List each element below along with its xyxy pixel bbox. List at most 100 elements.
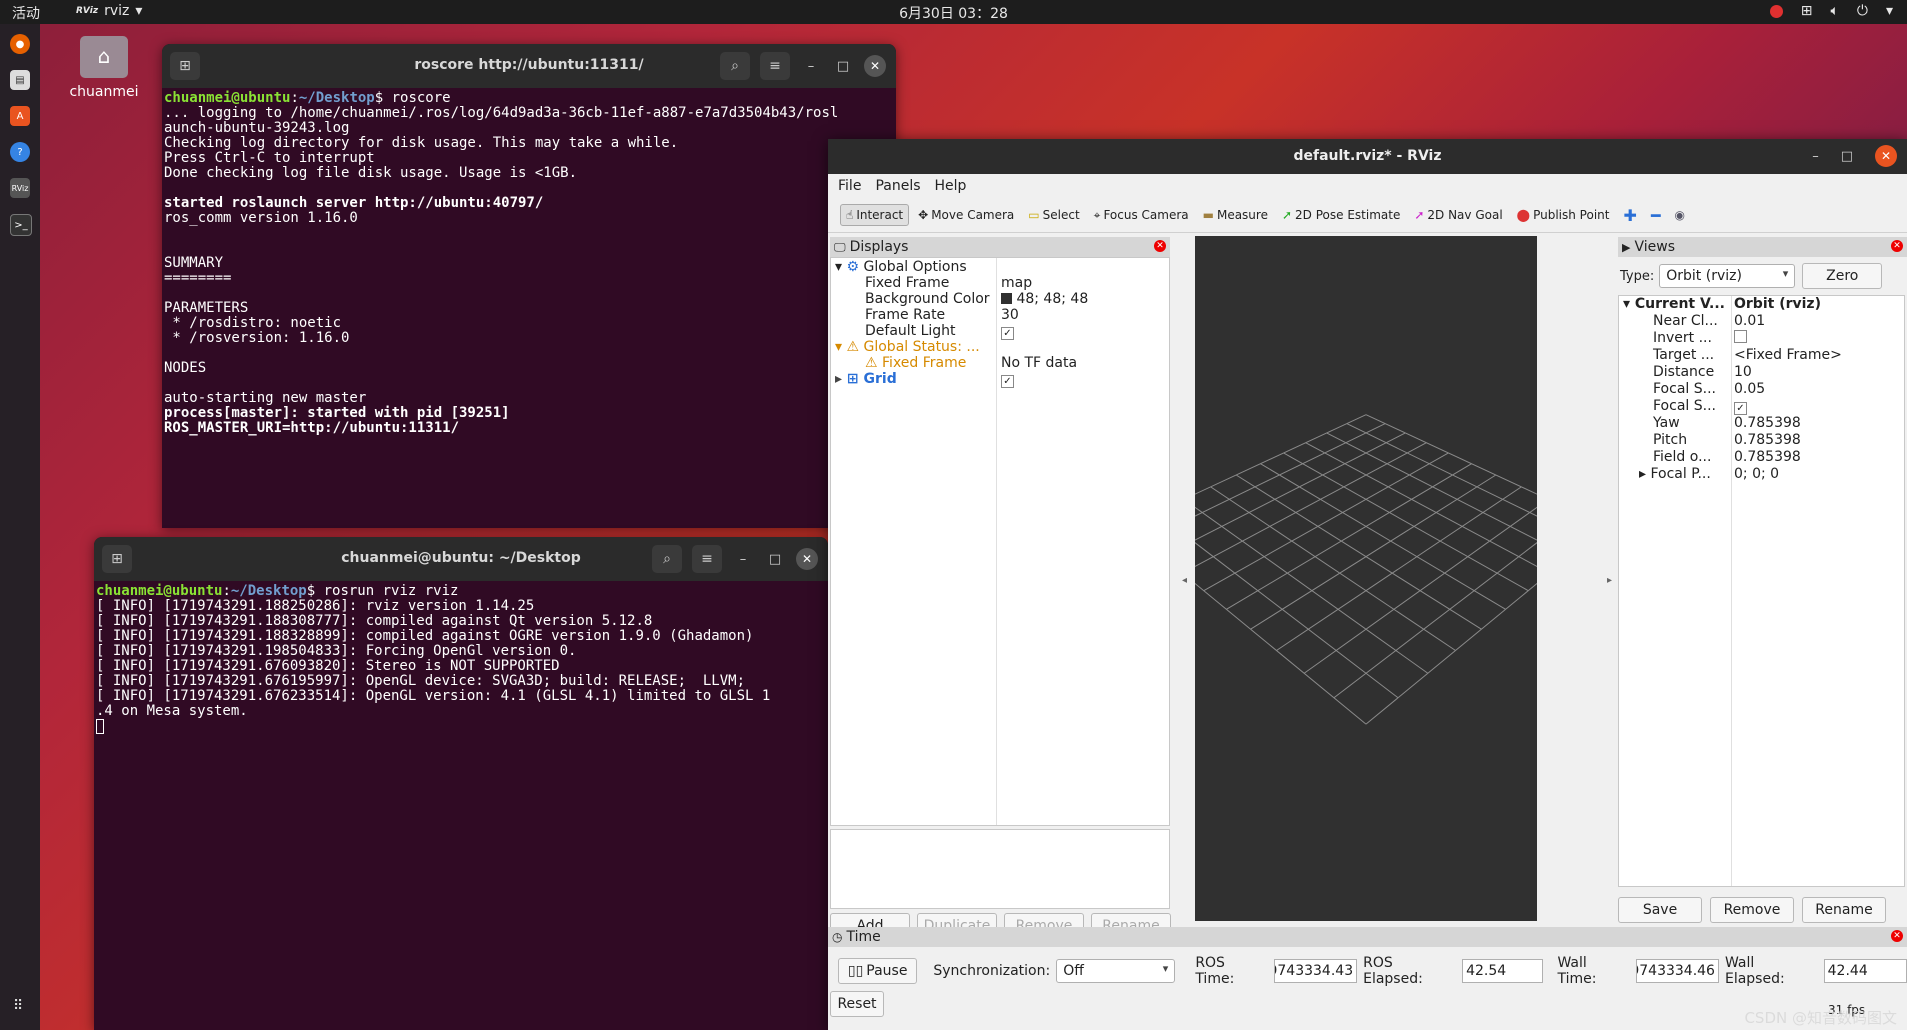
terminal-roscore[interactable]: ⊞ roscore http://ubuntu:11311/ ⌕ ≡ – □ ✕…: [162, 44, 896, 528]
tool-publish-point[interactable]: ⬤ Publish Point: [1512, 205, 1615, 225]
displays-tree[interactable]: ▾ ⚙ Global Options Fixed Frame map Backg…: [830, 257, 1170, 826]
rviz-dock-icon[interactable]: RViz: [10, 178, 30, 198]
chevron-down-icon[interactable]: ▾: [835, 259, 842, 275]
menu-icon[interactable]: ≡: [692, 545, 722, 573]
views-tree[interactable]: ▾ Current V... Orbit (rviz) Near Cl... 0…: [1618, 295, 1905, 887]
close-panel-icon[interactable]: ✕: [1891, 240, 1903, 252]
chevron-right-icon[interactable]: ▸: [835, 371, 842, 387]
remove-tool-button[interactable]: ━: [1646, 203, 1666, 228]
system-tray[interactable]: ⊞ 🔈︎ ⏻ ▾: [1769, 3, 1893, 19]
zero-button[interactable]: Zero: [1802, 263, 1883, 289]
help-icon[interactable]: ?: [10, 142, 30, 162]
top-bar: 活动 RViz rviz ▾ 6月30日 03：28 ⊞ 🔈︎ ⏻ ▾: [0, 0, 1907, 24]
rviz-window[interactable]: default.rviz* - RViz – □ ✕ File Panels H…: [828, 139, 1907, 1030]
pause-button[interactable]: ▯▯ Pause: [838, 958, 918, 984]
tool-select[interactable]: ▭ Select: [1023, 205, 1084, 225]
focal-shape-checkbox[interactable]: ✓: [1734, 398, 1747, 415]
default-light-checkbox[interactable]: ✓: [1001, 322, 1014, 341]
focal-point-row[interactable]: ▸ Focal P...: [1639, 466, 1711, 483]
menu-file[interactable]: File: [838, 178, 861, 194]
checkbox[interactable]: ✓: [1001, 375, 1014, 388]
show-apps-icon[interactable]: ⠿: [13, 998, 23, 1014]
view-prop-value[interactable]: 0.01: [1734, 313, 1765, 330]
displays-header[interactable]: 🖵︎ Displays ✕: [830, 237, 1170, 257]
view-prop-value[interactable]: 10: [1734, 364, 1752, 381]
close-icon[interactable]: ✕: [796, 548, 818, 570]
time-header[interactable]: ◷ Time ✕: [828, 927, 1907, 947]
right-splitter-arrow-icon[interactable]: ▸: [1607, 575, 1612, 586]
terminal-titlebar[interactable]: ⊞ roscore http://ubuntu:11311/ ⌕ ≡ – □ ✕: [162, 44, 896, 88]
select-box-icon: ▭: [1028, 208, 1040, 222]
wall-time-field[interactable]: 9743334.46: [1635, 959, 1719, 983]
views-header[interactable]: ▶ Views ✕: [1618, 237, 1907, 257]
terminal-output[interactable]: chuanmei@ubuntu:~/Desktop$ rosrun rviz r…: [94, 581, 828, 738]
left-splitter-arrow-icon[interactable]: ◂: [1182, 575, 1187, 586]
minimize-icon[interactable]: –: [800, 55, 822, 77]
sync-select[interactable]: Off: [1056, 959, 1176, 983]
view-prop-value[interactable]: <Fixed Frame>: [1734, 347, 1842, 364]
maximize-icon[interactable]: □: [1841, 149, 1853, 164]
wall-elapsed-field[interactable]: 42.44: [1823, 959, 1907, 983]
terminal-rviz[interactable]: ⊞ chuanmei@ubuntu: ~/Desktop ⌕ ≡ – □ ✕ c…: [94, 537, 828, 1030]
add-tool-button[interactable]: ✚: [1618, 203, 1641, 228]
view-type-select[interactable]: Orbit (rviz): [1659, 264, 1796, 288]
view-prop-value[interactable]: 0.785398: [1734, 415, 1801, 432]
view-prop-value[interactable]: 0.785398: [1734, 449, 1801, 466]
rename-view-button[interactable]: Rename: [1802, 897, 1886, 923]
minimize-icon[interactable]: –: [732, 548, 754, 570]
menu-help[interactable]: Help: [935, 178, 967, 194]
rviz-titlebar[interactable]: default.rviz* - RViz – □ ✕: [828, 139, 1907, 174]
menu-icon[interactable]: ≡: [760, 52, 790, 80]
search-icon[interactable]: ⌕: [652, 545, 682, 573]
grid-checkbox[interactable]: ✓: [1001, 370, 1014, 389]
tool-focus-camera[interactable]: ⌖ Focus Camera: [1089, 205, 1194, 226]
chevron-down-icon[interactable]: ▾: [835, 339, 842, 355]
checkbox[interactable]: [1734, 330, 1747, 343]
chevron-right-icon[interactable]: ▸: [1639, 466, 1646, 482]
tool-2d-pose-estimate[interactable]: ➚ 2D Pose Estimate: [1277, 205, 1405, 225]
checkbox[interactable]: ✓: [1001, 327, 1014, 340]
chevron-down-icon[interactable]: ▾: [1623, 296, 1630, 312]
close-panel-icon[interactable]: ✕: [1154, 240, 1166, 252]
close-icon[interactable]: ✕: [1875, 145, 1897, 167]
tool-move-camera[interactable]: ✥ Move Camera: [913, 205, 1019, 225]
checkbox[interactable]: ✓: [1734, 402, 1747, 415]
reset-button[interactable]: Reset: [830, 991, 884, 1017]
menu-panels[interactable]: Panels: [875, 178, 920, 194]
clock[interactable]: 6月30日 03：28: [0, 3, 1907, 23]
view-prop-value[interactable]: 0; 0; 0: [1734, 466, 1779, 483]
software-icon[interactable]: A: [10, 106, 30, 126]
tool-measure[interactable]: ▬ Measure: [1198, 205, 1273, 225]
power-icon[interactable]: ⏻: [1857, 3, 1868, 19]
minimize-icon[interactable]: –: [1812, 149, 1819, 164]
tool-interact[interactable]: ☝ Interact: [840, 204, 910, 226]
close-icon[interactable]: ✕: [864, 55, 886, 77]
current-view-row[interactable]: ▾ Current V...: [1623, 296, 1725, 313]
firefox-icon[interactable]: ●: [10, 34, 30, 54]
terminal-icon[interactable]: >_: [10, 214, 32, 236]
search-icon[interactable]: ⌕: [720, 52, 750, 80]
render-3d-view[interactable]: [1125, 236, 1607, 921]
tree-row-grid[interactable]: ▸ ⊞ Grid: [835, 370, 897, 389]
ros-elapsed-field[interactable]: 42.54: [1462, 959, 1544, 983]
view-prop-value[interactable]: 0.05: [1734, 381, 1765, 398]
remove-view-button[interactable]: Remove: [1710, 897, 1794, 923]
maximize-icon[interactable]: □: [764, 548, 786, 570]
recording-indicator-icon[interactable]: [1769, 4, 1783, 18]
network-icon[interactable]: ⊞: [1801, 3, 1813, 19]
invert-checkbox[interactable]: [1734, 330, 1747, 347]
sync-label: Synchronization:: [933, 963, 1051, 979]
ros-time-field[interactable]: 9743334.43: [1273, 959, 1358, 983]
volume-icon[interactable]: 🔈︎: [1830, 3, 1838, 19]
files-icon[interactable]: ▤: [10, 70, 30, 90]
terminal-output[interactable]: chuanmei@ubuntu:~/Desktop$ roscore ... l…: [162, 88, 896, 439]
tool-properties-button[interactable]: ◉: [1670, 205, 1690, 225]
maximize-icon[interactable]: □: [832, 55, 854, 77]
view-prop-value[interactable]: 0.785398: [1734, 432, 1801, 449]
tool-2d-nav-goal[interactable]: ➚ 2D Nav Goal: [1409, 205, 1507, 225]
save-view-button[interactable]: Save: [1618, 897, 1702, 923]
desktop-home-icon[interactable]: chuanmei: [62, 36, 146, 100]
terminal-titlebar[interactable]: ⊞ chuanmei@ubuntu: ~/Desktop ⌕ ≡ – □ ✕: [94, 537, 828, 581]
close-panel-icon[interactable]: ✕: [1891, 930, 1903, 942]
chevron-down-icon[interactable]: ▾: [1886, 3, 1893, 19]
